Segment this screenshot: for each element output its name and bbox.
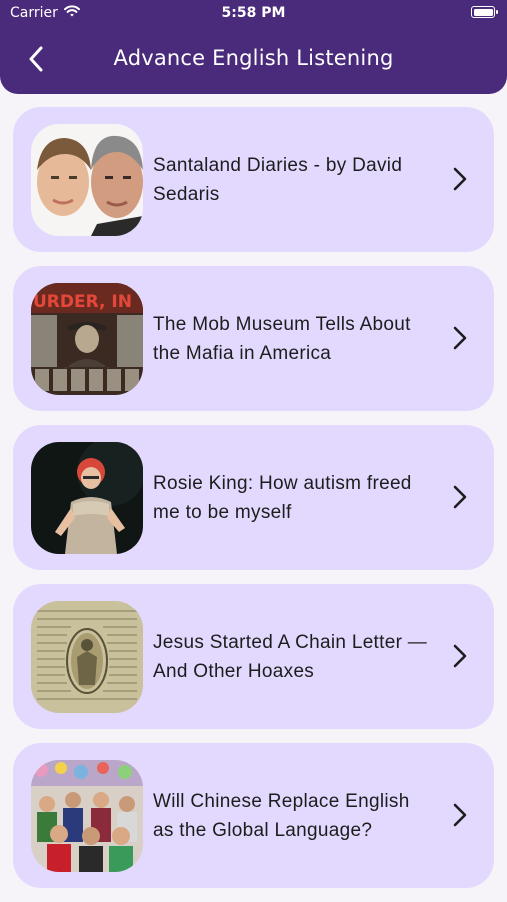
lesson-card[interactable]: URDER, IN The Mob Museum Tells About the… (13, 266, 494, 411)
lesson-thumbnail: URDER, IN (31, 283, 143, 395)
lesson-card[interactable]: Jesus Started A Chain Letter — And Other… (13, 584, 494, 729)
page-title: Advance English Listening (113, 46, 394, 70)
thumbnail-text: URDER, IN (33, 292, 132, 312)
lesson-card[interactable]: Santaland Diaries - by David Sedaris (13, 107, 494, 252)
lesson-thumbnail (31, 124, 143, 236)
chevron-right-icon (453, 803, 467, 827)
lesson-title: The Mob Museum Tells About the Mafia in … (153, 313, 411, 364)
chevron-right-icon (453, 167, 467, 191)
lesson-title: Rosie King: How autism freed me to be my… (153, 472, 412, 523)
lesson-thumbnail (31, 760, 143, 872)
chevron-right-icon (453, 485, 467, 509)
chevron-right-icon (453, 644, 467, 668)
lesson-title: Jesus Started A Chain Letter — And Other… (153, 631, 428, 682)
status-bar: Carrier 5:58 PM (0, 0, 507, 28)
chevron-right-icon (453, 326, 467, 350)
app-header: Carrier 5:58 PM Advance English Listenin… (0, 0, 507, 94)
lesson-card[interactable]: Will Chinese Replace English as the Glob… (13, 743, 494, 888)
lesson-thumbnail (31, 601, 143, 713)
lesson-card[interactable]: Rosie King: How autism freed me to be my… (13, 425, 494, 570)
lesson-title: Santaland Diaries - by David Sedaris (153, 154, 403, 205)
lesson-thumbnail (31, 442, 143, 554)
status-time: 5:58 PM (221, 5, 286, 21)
lesson-title: Will Chinese Replace English as the Glob… (153, 790, 410, 841)
battery-icon (471, 6, 498, 18)
lesson-list: Santaland Diaries - by David Sedaris URD… (13, 107, 494, 902)
